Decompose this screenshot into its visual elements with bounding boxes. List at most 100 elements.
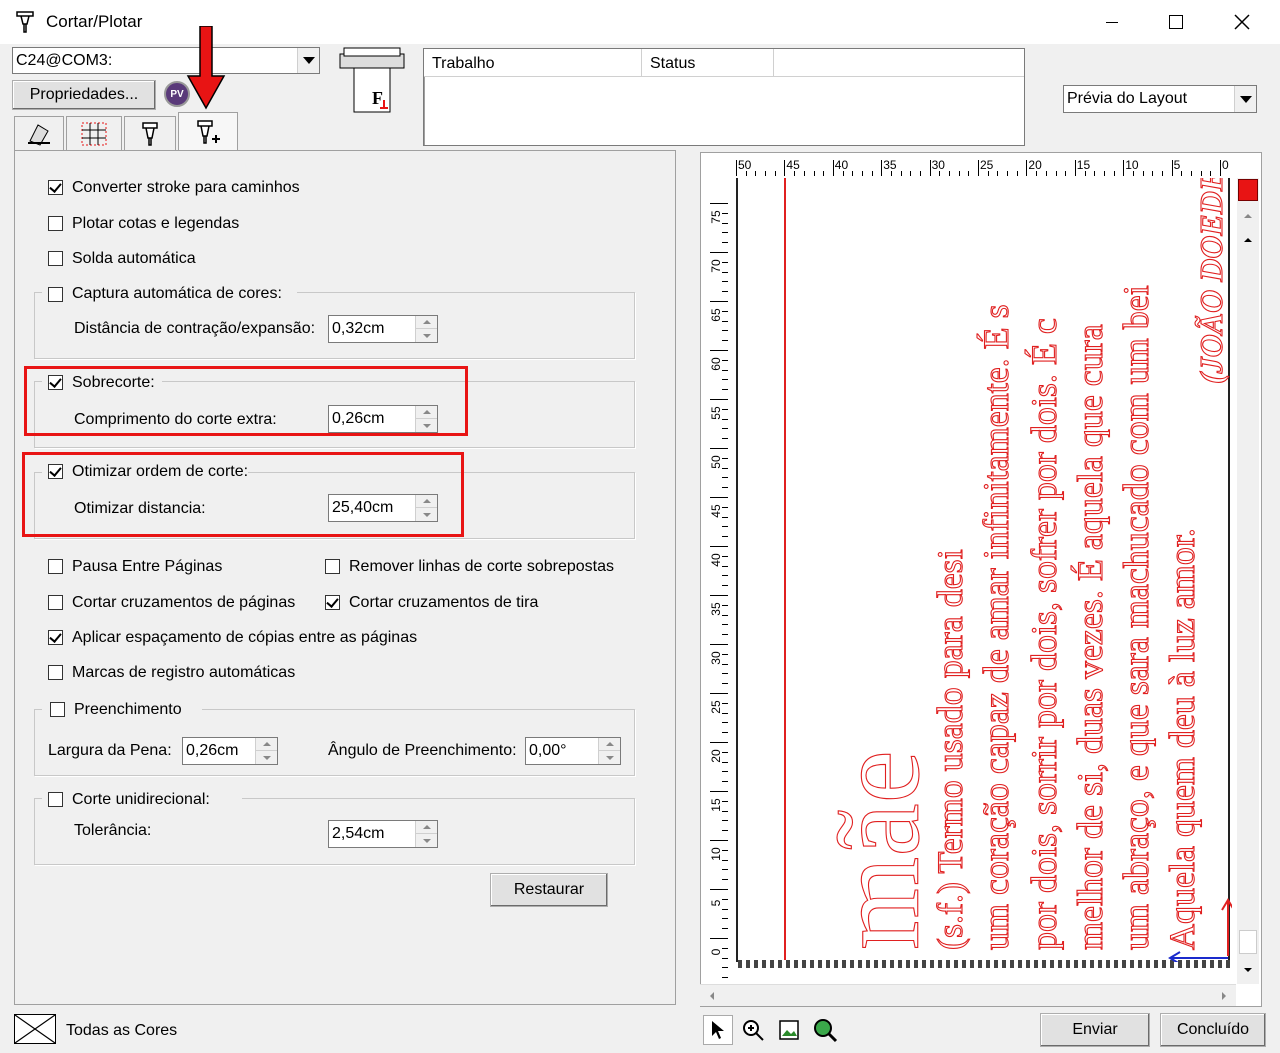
spin-down-icon[interactable]: [255, 751, 277, 764]
ruler-minor-tick: [722, 947, 728, 949]
vertical-scrollbar[interactable]: [1237, 178, 1259, 984]
ruler-left-label: 50: [709, 455, 723, 469]
spin-down-icon[interactable]: [415, 834, 437, 847]
ruler-minor-tick: [722, 310, 728, 312]
ruler-top-label: 25: [980, 158, 994, 172]
scroll-up-icon[interactable]: [1238, 206, 1258, 226]
job-list[interactable]: Trabalho Status: [423, 48, 1025, 146]
ruler-tick: [929, 160, 931, 176]
minimize-button[interactable]: [1080, 0, 1144, 44]
all-colors-icon[interactable]: [14, 1014, 56, 1044]
ruler-minor-tick: [722, 320, 728, 322]
ruler-minor-tick: [710, 399, 728, 400]
ruler-tick: [978, 160, 979, 176]
ruler-minor-tick: [842, 171, 844, 176]
zoom-in-tool[interactable]: [738, 1015, 768, 1045]
send-button[interactable]: Enviar: [1040, 1013, 1150, 1047]
red-color-swatch[interactable]: [1238, 179, 1258, 201]
ruler-minor-tick: [722, 967, 728, 969]
ruler-minor-tick: [958, 171, 960, 176]
ruler-minor-tick: [710, 203, 728, 204]
ruler-minor-tick: [852, 171, 854, 176]
spin-up-icon[interactable]: [415, 316, 437, 329]
ruler-minor-tick: [710, 693, 728, 694]
spin-up-icon[interactable]: [415, 821, 437, 834]
cut-strip-cross-checkbox[interactable]: [325, 595, 340, 610]
fill-angle-label: Ângulo de Preenchimento:: [328, 742, 517, 759]
spin-up-icon[interactable]: [255, 738, 277, 751]
ruler-minor-tick: [722, 575, 728, 577]
ruler-left-label: 15: [709, 798, 723, 812]
close-button[interactable]: [1210, 0, 1274, 44]
maximize-button[interactable]: [1144, 0, 1208, 44]
ruler-top-label: 0: [1222, 158, 1229, 172]
properties-button[interactable]: Propriedades...: [12, 80, 156, 110]
zoom-fit-tool[interactable]: [810, 1015, 840, 1045]
tab-general[interactable]: [14, 116, 64, 150]
tab-cutter[interactable]: [124, 116, 176, 150]
preview-canvas[interactable]: mãe (s.f.) Termo usado para desi um cora…: [736, 178, 1232, 968]
column-header-status[interactable]: Status: [642, 49, 774, 77]
ruler-minor-tick: [722, 977, 728, 979]
tolerance-input[interactable]: 2,54cm: [328, 820, 438, 848]
pointer-tool[interactable]: [703, 1015, 733, 1045]
ruler-minor-tick: [722, 820, 728, 822]
ruler-minor-tick: [1007, 171, 1009, 176]
done-button[interactable]: Concluído: [1160, 1013, 1266, 1047]
ruler-minor-tick: [722, 340, 728, 342]
convert-stroke-checkbox[interactable]: [48, 180, 63, 195]
ruler-tick: [1171, 160, 1173, 176]
ruler-left-label: 25: [709, 700, 723, 714]
ruler-minor-tick: [1162, 171, 1163, 176]
pause-pages-checkbox[interactable]: [48, 559, 63, 574]
ruler-minor-tick: [1094, 171, 1096, 176]
plotter-image: F: [336, 44, 408, 116]
pen-width-label: Largura da Pena:: [48, 742, 172, 759]
column-header-trabalho[interactable]: Trabalho: [424, 49, 642, 77]
ruler-minor-tick: [1210, 171, 1212, 176]
device-select[interactable]: C24@COM3:: [12, 47, 320, 74]
restore-button[interactable]: Restaurar: [490, 873, 608, 907]
pen-width-input[interactable]: 0,26cm: [182, 737, 278, 765]
ruler-minor-tick: [722, 614, 728, 616]
remove-overlap-checkbox[interactable]: [325, 559, 340, 574]
unidirectional-checkbox[interactable]: [48, 792, 63, 807]
ruler-minor-tick: [710, 448, 728, 449]
ruler-minor-tick: [871, 171, 873, 176]
scroll-right-icon[interactable]: [1214, 986, 1234, 1006]
auto-color-checkbox[interactable]: [48, 287, 63, 302]
fill-checkbox[interactable]: [50, 702, 65, 717]
ruler-minor-tick: [722, 810, 728, 812]
spin-down-icon[interactable]: [598, 751, 620, 764]
ruler-minor-tick: [722, 781, 728, 783]
spin-down-icon[interactable]: [415, 329, 437, 342]
ruler-minor-tick: [722, 389, 728, 391]
fill-angle-input[interactable]: 0,00°: [525, 737, 621, 765]
ruler-minor-tick: [710, 252, 728, 253]
device-select-value: C24@COM3:: [16, 52, 113, 69]
svg-text:Aquela quem deu à luz amor.: Aquela quem deu à luz amor.: [1162, 528, 1202, 950]
preview-mode-select[interactable]: Prévia do Layout: [1063, 85, 1257, 113]
zoom-page-tool[interactable]: [774, 1015, 804, 1045]
auto-weld-checkbox[interactable]: [48, 251, 63, 266]
cut-page-cross-checkbox[interactable]: [48, 595, 63, 610]
ruler-minor-tick: [722, 261, 728, 263]
horizontal-scrollbar[interactable]: [700, 984, 1236, 1006]
copy-spacing-checkbox[interactable]: [48, 630, 63, 645]
spin-up-icon[interactable]: [598, 738, 620, 751]
ruler-top: 50 45 40 35 30 25 20 15 10 5 0: [728, 156, 1236, 178]
scroll-left-icon[interactable]: [702, 986, 722, 1006]
scroll-down-icon[interactable]: [1238, 960, 1258, 980]
reg-marks-checkbox[interactable]: [48, 665, 63, 680]
ruler-left-label: 10: [709, 847, 723, 861]
scroll-up-icon[interactable]: [1238, 230, 1258, 250]
contraction-input[interactable]: 0,32cm: [328, 315, 438, 343]
plot-dims-checkbox[interactable]: [48, 216, 63, 231]
blade-icon: [142, 121, 158, 146]
tab-cut-options[interactable]: [178, 112, 238, 152]
scroll-thumb[interactable]: [1239, 930, 1257, 954]
optimize-highlight-box: [22, 452, 464, 537]
tab-panel[interactable]: [66, 116, 122, 150]
ruler-minor-tick: [722, 928, 728, 930]
ruler-minor-tick: [710, 742, 728, 743]
